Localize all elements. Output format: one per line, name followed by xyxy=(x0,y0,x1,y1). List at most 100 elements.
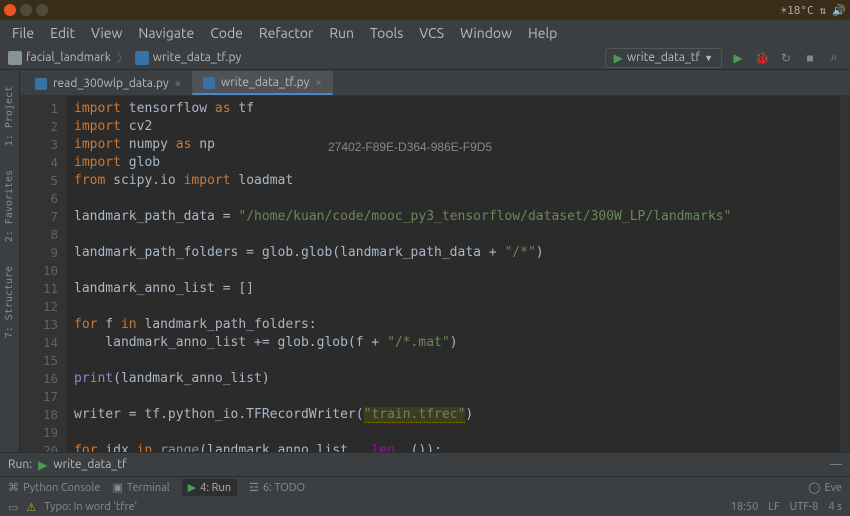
line-number: 18 xyxy=(24,406,58,424)
window-close-icon[interactable] xyxy=(4,4,16,16)
breadcrumb-separator: 〉 xyxy=(117,49,129,66)
tab-terminal[interactable]: ▣ Terminal xyxy=(112,481,169,494)
bottom-tool-tabs: ⌘ Python Console ▣ Terminal ▶ 4: Run ☲ 6… xyxy=(0,476,850,498)
line-number: 7 xyxy=(24,208,58,226)
python-file-icon xyxy=(35,78,47,90)
editor-tabs: read_300wlp_data.py × write_data_tf.py × xyxy=(20,70,850,96)
menu-help[interactable]: Help xyxy=(522,23,563,43)
menu-code[interactable]: Code xyxy=(204,23,249,43)
tab-label: Eve xyxy=(825,482,842,494)
breadcrumb-project[interactable]: facial_landmark xyxy=(26,51,111,64)
line-number: 13 xyxy=(24,316,58,334)
run-label: Run: xyxy=(8,458,32,471)
cursor-position[interactable]: 18:50 xyxy=(731,501,759,513)
folder-icon xyxy=(8,51,22,65)
menu-edit[interactable]: Edit xyxy=(44,23,81,43)
run-config-icon: ▶ xyxy=(614,51,623,65)
menu-file[interactable]: File xyxy=(6,23,40,43)
run-configuration-selector[interactable]: ▶ write_data_tf ▼ xyxy=(605,48,722,68)
tab-label: Python Console xyxy=(23,482,100,494)
editor-tab-write-data-tf[interactable]: write_data_tf.py × xyxy=(192,71,333,95)
tool-project[interactable]: 1: Project xyxy=(4,78,15,154)
line-number: 17 xyxy=(24,388,58,406)
line-number: 4 xyxy=(24,154,58,172)
code-editor[interactable]: 1 2 3 4 5 6 7 8 9 10 11 12 13 14 15 16 1… xyxy=(20,96,850,452)
network-icon[interactable]: ⇅ xyxy=(820,4,827,17)
close-tab-icon[interactable]: × xyxy=(315,77,321,89)
line-number: 6 xyxy=(24,190,58,208)
line-number: 3 xyxy=(24,136,58,154)
line-number: 8 xyxy=(24,226,58,244)
play-icon: ▶ xyxy=(188,481,196,494)
line-number: 19 xyxy=(24,424,58,442)
file-encoding[interactable]: UTF-8 xyxy=(790,501,819,513)
menu-refactor[interactable]: Refactor xyxy=(253,23,319,43)
breadcrumb-file[interactable]: write_data_tf.py xyxy=(153,51,241,64)
status-message: Typo: In word 'tfre' xyxy=(44,501,137,513)
tab-label: 6: TODO xyxy=(263,482,305,494)
run-config-name: write_data_tf xyxy=(53,458,126,471)
tool-favorites[interactable]: 2: Favorites xyxy=(4,162,15,250)
tab-label: 4: Run xyxy=(200,482,231,494)
python-icon: ⌘ xyxy=(8,481,19,494)
code-content[interactable]: import tensorflow as tf import cv2 impor… xyxy=(66,96,840,452)
editor-tab-read-300wlp[interactable]: read_300wlp_data.py × xyxy=(24,72,192,95)
run-config-label: write_data_tf xyxy=(627,51,700,64)
line-separator[interactable]: LF xyxy=(768,501,779,513)
tab-label: read_300wlp_data.py xyxy=(53,77,169,90)
line-number: 12 xyxy=(24,298,58,316)
hide-tool-window-icon[interactable]: — xyxy=(830,458,842,471)
sound-icon[interactable]: 🔊 xyxy=(832,4,846,17)
editor-scrollbar[interactable] xyxy=(840,96,850,452)
tab-todo[interactable]: ☲ 6: TODO xyxy=(249,481,305,494)
search-button[interactable]: ⌕ xyxy=(826,50,842,66)
python-file-icon xyxy=(135,51,149,65)
menu-window[interactable]: Window xyxy=(454,23,518,43)
tab-run[interactable]: ▶ 4: Run xyxy=(182,479,237,496)
line-number-gutter[interactable]: 1 2 3 4 5 6 7 8 9 10 11 12 13 14 15 16 1… xyxy=(20,96,66,452)
tool-structure[interactable]: 7: Structure xyxy=(4,258,15,346)
line-number: 10 xyxy=(24,262,58,280)
line-number: 15 xyxy=(24,352,58,370)
warning-icon: ⚠ xyxy=(26,501,36,514)
close-tab-icon[interactable]: × xyxy=(175,78,181,90)
line-number: 9 xyxy=(24,244,58,262)
line-number: 14 xyxy=(24,334,58,352)
stop-button[interactable]: ■ xyxy=(802,50,818,66)
status-bar: ▭ ⚠ Typo: In word 'tfre' 18:50 LF UTF-8 … xyxy=(0,498,850,516)
indent-info[interactable]: 4 s xyxy=(829,501,843,513)
weather-indicator: ☀18°C xyxy=(781,4,814,17)
menu-navigate[interactable]: Navigate xyxy=(132,23,200,43)
line-number: 5 xyxy=(24,172,58,190)
left-tool-sidebar: 1: Project 2: Favorites 7: Structure xyxy=(0,70,20,452)
tab-label: Terminal xyxy=(127,482,170,494)
status-bar-toggle-icon[interactable]: ▭ xyxy=(8,501,18,514)
eventlog-icon: ◯ xyxy=(808,481,820,494)
run-button[interactable]: ▶ xyxy=(730,50,746,66)
line-number: 2 xyxy=(24,118,58,136)
todo-icon: ☲ xyxy=(249,481,259,494)
line-number: 16 xyxy=(24,370,58,388)
terminal-icon: ▣ xyxy=(112,481,122,494)
line-number: 1 xyxy=(24,100,58,118)
rerun-button[interactable]: ↻ xyxy=(778,50,794,66)
debug-button[interactable]: 🐞 xyxy=(754,50,770,66)
run-config-icon: ▶ xyxy=(38,458,47,472)
tab-python-console[interactable]: ⌘ Python Console xyxy=(8,481,100,494)
menu-vcs[interactable]: VCS xyxy=(413,23,450,43)
python-file-icon xyxy=(203,77,215,89)
navigation-bar: facial_landmark 〉 write_data_tf.py ▶ wri… xyxy=(0,46,850,70)
window-maximize-icon[interactable] xyxy=(36,4,48,16)
line-number: 20 xyxy=(24,442,58,452)
line-number: 11 xyxy=(24,280,58,298)
titlebar: ☀18°C ⇅ 🔊 xyxy=(0,0,850,20)
menu-run[interactable]: Run xyxy=(323,23,360,43)
menu-view[interactable]: View xyxy=(85,23,128,43)
menubar: File Edit View Navigate Code Refactor Ru… xyxy=(0,20,850,46)
tab-label: write_data_tf.py xyxy=(221,76,309,89)
tab-event-log[interactable]: ◯ Eve xyxy=(808,481,842,494)
menu-tools[interactable]: Tools xyxy=(364,23,409,43)
run-tool-window-header: Run: ▶ write_data_tf — xyxy=(0,452,850,476)
chevron-down-icon: ▼ xyxy=(704,53,713,63)
window-minimize-icon[interactable] xyxy=(20,4,32,16)
